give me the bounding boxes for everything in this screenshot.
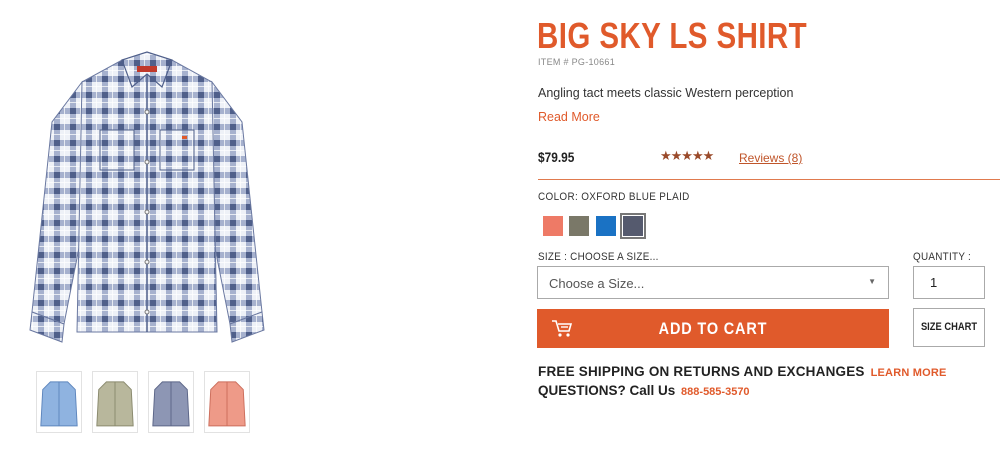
phone-link[interactable]: 888-585-3570: [681, 386, 750, 398]
read-more-link[interactable]: Read More: [538, 110, 600, 124]
selected-color-name: OXFORD BLUE PLAID: [581, 191, 690, 203]
size-select[interactable]: Choose a Size... ▼: [537, 266, 889, 299]
questions-text: QUESTIONS? Call Us: [538, 383, 676, 398]
size-prompt: CHOOSE A SIZE...: [570, 251, 659, 263]
swatch-oxford-blue-plaid[interactable]: [620, 213, 646, 239]
thumbnail-olive[interactable]: [92, 371, 138, 433]
size-chart-label: SIZE CHART: [920, 321, 978, 333]
shipping-text: FREE SHIPPING ON RETURNS AND EXCHANGES: [538, 364, 865, 379]
size-chart-button[interactable]: SIZE CHART: [913, 308, 985, 347]
divider: [538, 179, 1000, 180]
add-to-cart-label: ADD TO CART: [658, 319, 768, 338]
reviews-link[interactable]: Reviews (8): [739, 151, 802, 165]
swatch-olive[interactable]: [569, 216, 589, 236]
thumbnail-light-blue[interactable]: [36, 371, 82, 433]
quantity-input[interactable]: 1: [913, 266, 985, 299]
color-swatches: [543, 213, 653, 239]
thumbnail-strip: [36, 371, 256, 435]
swatch-coral[interactable]: [543, 216, 563, 236]
thumbnail-oxford-blue[interactable]: [148, 371, 194, 433]
questions-info: QUESTIONS? Call Us 888-585-3570: [538, 383, 750, 398]
quantity-label: QUANTITY :: [913, 251, 972, 263]
product-price: $79.95: [538, 149, 575, 165]
swatch-blue[interactable]: [596, 216, 616, 236]
size-select-value: Choose a Size...: [549, 276, 645, 291]
add-to-cart-button[interactable]: ADD TO CART: [537, 309, 889, 348]
shipping-info: FREE SHIPPING ON RETURNS AND EXCHANGES L…: [538, 364, 947, 379]
product-title: BIG SKY LS SHIRT: [537, 15, 808, 56]
color-label-text: COLOR:: [538, 191, 579, 203]
size-label-text: SIZE :: [538, 251, 568, 263]
thumbnail-coral[interactable]: [204, 371, 250, 433]
size-label: SIZE : CHOOSE A SIZE...: [538, 251, 659, 263]
quantity-value: 1: [930, 275, 938, 290]
item-number: ITEM # PG-10661: [538, 57, 616, 67]
learn-more-link[interactable]: LEARN MORE: [871, 367, 947, 379]
rating-stars-icon: ★★★★★: [660, 148, 714, 163]
product-tagline: Angling tact meets classic Western perce…: [538, 86, 794, 100]
chevron-down-icon: ▼: [868, 277, 876, 286]
color-label: COLOR: OXFORD BLUE PLAID: [538, 191, 690, 203]
product-main-image: [22, 12, 272, 352]
